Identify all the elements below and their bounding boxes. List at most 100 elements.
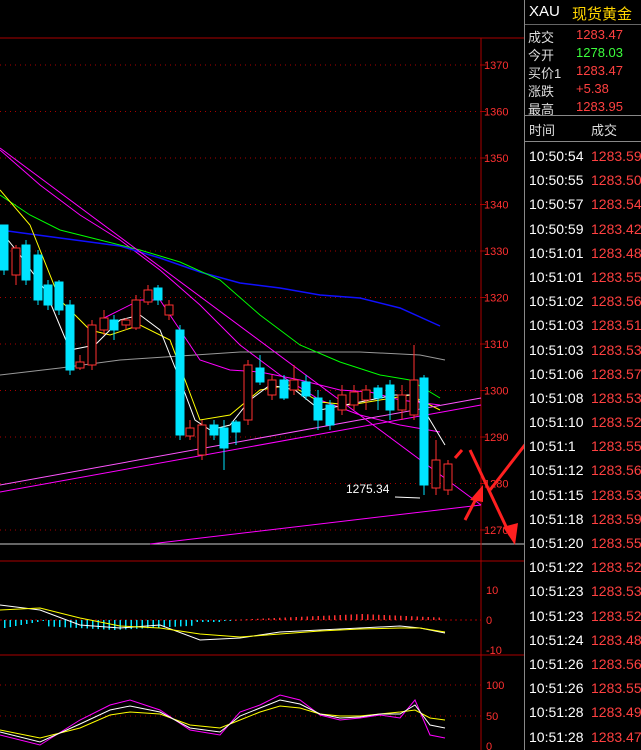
candle-body [185, 427, 195, 437]
candle-body [279, 379, 289, 399]
chart-area[interactable]: 1370 1360 1350 1340 1330 1320 1310 1300 1290 1280… [0, 0, 524, 750]
candle-body [131, 299, 141, 329]
candle-body [443, 463, 453, 491]
tick-price: 1283.42 [591, 220, 641, 237]
macd-bar [20, 620, 22, 625]
macd-bar [312, 616, 314, 620]
tick-time: 10:51:01 [529, 268, 584, 285]
tick-price: 1283.52 [591, 559, 641, 576]
tick-price: 1283.56 [591, 462, 641, 479]
tick-price: 1283.50 [591, 172, 641, 189]
kdj-tick-label: 0 [486, 741, 492, 750]
macd-bar [92, 620, 94, 629]
tick-time: 10:51:26 [529, 680, 584, 697]
candle-body [43, 284, 53, 306]
candle-body [219, 427, 229, 449]
macd-tick-label: -10 [486, 645, 502, 657]
tick-list[interactable]: 10:50:54 1283.59 10:50:55 1283.50 10:50:57 12… [525, 145, 641, 750]
price-tick-label: 1340 [484, 200, 508, 212]
candle-body [255, 367, 265, 383]
macd-bar [240, 619, 242, 621]
candle-body [99, 317, 109, 331]
candle-body [419, 377, 429, 486]
tick-row: 10:51:22 1283.52 [525, 556, 641, 580]
arrow-annotation [453, 443, 524, 545]
macd-bar [383, 615, 385, 620]
tick-price: 1283.56 [591, 655, 641, 672]
macd-axis: 10 0 -10 [486, 585, 502, 657]
tick-row: 10:51:18 1283.59 [525, 508, 641, 532]
tick-time: 10:51:23 [529, 583, 584, 600]
macd-bar [367, 614, 369, 620]
low-price-label: 1275.34 [346, 482, 390, 496]
macd-bar [400, 615, 402, 620]
tick-time: 10:50:57 [529, 196, 584, 213]
tick-time: 10:51:03 [529, 317, 584, 334]
kdj-k-line [0, 699, 446, 743]
macd-bar [268, 618, 270, 620]
tick-row: 10:50:54 1283.59 [525, 145, 641, 169]
macd-bar [339, 615, 341, 620]
tick-time: 10:51:15 [529, 486, 584, 503]
tick-row: 10:51:26 1283.56 [525, 653, 641, 677]
candle-body [75, 361, 85, 369]
quote-value: 1283.47 [576, 63, 623, 78]
macd-bar [15, 620, 17, 626]
tick-table-header: 时间 成交 [525, 115, 641, 142]
kdj-j-line [0, 694, 446, 746]
tick-time: 10:50:59 [529, 220, 584, 237]
tick-time: 10:51:01 [529, 244, 584, 261]
macd-bar [405, 616, 407, 620]
macd-bar [356, 614, 358, 620]
tick-row: 10:51:03 1283.53 [525, 339, 641, 363]
price-tick-label: 1300 [484, 386, 508, 398]
tick-time: 10:51:18 [529, 510, 584, 527]
tick-price: 1283.48 [591, 631, 641, 648]
candle-body [325, 404, 335, 426]
macd-bar [350, 614, 352, 620]
candle-body [109, 319, 119, 331]
candle-body [0, 224, 9, 271]
macd-bar [295, 617, 297, 620]
kdj-tick-label: 100 [486, 680, 504, 692]
tick-time: 10:51:02 [529, 293, 584, 310]
tick-row: 10:51:24 1283.48 [525, 629, 641, 653]
macd-bar [262, 618, 264, 620]
macd-bar [279, 617, 281, 620]
tick-price: 1283.59 [591, 148, 641, 164]
tick-price: 1283.57 [591, 365, 641, 382]
candle-body [153, 287, 163, 301]
tick-time: 10:51:03 [529, 341, 584, 358]
price-tick-label: 1370 [484, 60, 508, 72]
symbol-name: 现货黄金 [572, 6, 633, 23]
tick-row: 10:51:06 1283.57 [525, 363, 641, 387]
macd-bar [224, 620, 226, 621]
candle-body [397, 394, 407, 411]
macd-bar [301, 616, 303, 620]
tick-time: 10:51:1 [529, 438, 576, 455]
price-tick-label: 1320 [484, 293, 508, 305]
candle-body [267, 379, 277, 396]
macd-bar [378, 614, 380, 620]
macd-bar [53, 620, 55, 627]
quote-value: 1278.03 [576, 45, 623, 60]
quote-row-high: 最高 1283.95 [525, 98, 641, 117]
macd-bar [246, 619, 248, 621]
macd-bar [394, 615, 396, 620]
macd-bar [257, 618, 259, 620]
tick-row: 10:51:28 1283.49 [525, 701, 641, 725]
macd-bar [4, 620, 6, 628]
kline-chart[interactable]: 1370136013501340133013201310130012901280… [0, 0, 524, 750]
macd-bar [334, 615, 336, 620]
tick-row: 10:50:55 1283.50 [525, 169, 641, 193]
tick-time-header: 时间 [529, 123, 556, 138]
trendline-upper-2 [0, 397, 482, 486]
candle-body [209, 424, 219, 436]
macd-bar [328, 615, 330, 620]
price-tick-label: 1310 [484, 339, 508, 351]
tick-time: 10:51:28 [529, 728, 584, 745]
candle-body [21, 244, 31, 281]
macd-bar [31, 620, 33, 623]
low-price-pointer [394, 496, 421, 499]
tick-row: 10:50:57 1283.54 [525, 193, 641, 217]
